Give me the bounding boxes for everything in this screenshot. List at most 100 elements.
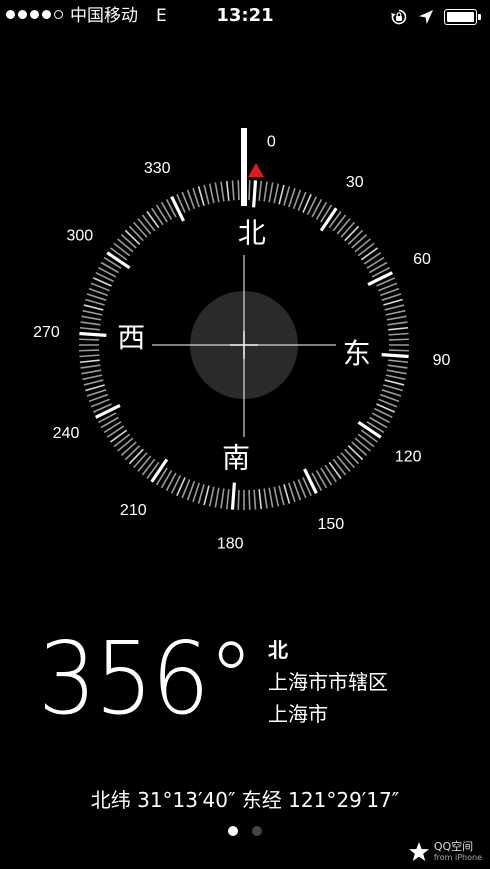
compass-tick	[128, 225, 144, 242]
compass-tick	[357, 242, 375, 257]
compass-tick	[351, 441, 368, 457]
watermark-subtitle: from iPhone	[433, 853, 482, 862]
compass-tick	[86, 293, 107, 301]
heading-direction: 北	[268, 638, 288, 662]
degree-label: 150	[317, 516, 344, 533]
compass-dial[interactable]: 0 30 60 90 120 150 180 210 240 270 300 330 北东南 西	[0, 0, 490, 600]
compass-tick	[225, 180, 230, 201]
compass-tick	[278, 184, 285, 205]
compass-tick	[170, 195, 185, 222]
compass-tick	[336, 455, 351, 472]
compass-tick	[384, 379, 405, 386]
compass-tick	[357, 433, 375, 448]
compass-tick	[351, 233, 368, 249]
page-dot[interactable]	[228, 826, 238, 836]
compass-tick	[258, 489, 263, 510]
compass-tick	[120, 233, 137, 249]
compass-tick	[192, 187, 200, 208]
degree-label: 210	[120, 502, 147, 519]
compass-tick	[248, 489, 251, 510]
compass-tick	[388, 359, 409, 364]
compass-tick	[385, 374, 406, 381]
compass-tick	[363, 252, 382, 265]
compass-tick	[388, 326, 409, 331]
degree-label: 0	[267, 133, 276, 150]
compass-tick	[384, 304, 405, 311]
compass-tick	[263, 488, 268, 509]
cardinal-label: 南	[222, 442, 250, 475]
watermark-title: QQ空间	[433, 840, 474, 853]
compass-tick	[360, 247, 378, 261]
compass-tick	[106, 425, 125, 438]
compass-tick	[132, 221, 148, 238]
compass-tick	[79, 359, 100, 364]
compass-tick	[230, 482, 236, 510]
compass-tick	[120, 441, 137, 457]
compass-tick	[124, 445, 141, 461]
compass-tick	[80, 321, 101, 326]
compass-tick	[383, 298, 403, 306]
compass-tick	[81, 315, 102, 321]
page-dot[interactable]	[252, 826, 262, 836]
degree-label: 240	[53, 425, 80, 442]
compass-tick	[332, 458, 347, 476]
compass-tick	[283, 186, 291, 206]
qq-zone-watermark: QQ空间 from iPhone	[408, 841, 482, 863]
heading-indicator	[241, 128, 247, 206]
compass-tick	[237, 180, 240, 201]
compass-tick	[82, 309, 103, 316]
compass-tick	[203, 184, 210, 205]
compass-tick	[151, 207, 164, 226]
compass-tick	[117, 238, 134, 253]
compass-tick	[220, 488, 225, 509]
compass-tick	[197, 186, 205, 206]
compass-tick	[381, 293, 402, 301]
compass-tick	[231, 180, 235, 201]
compass-tick	[208, 183, 215, 204]
compass-tick	[137, 455, 152, 472]
cardinal-label: 西	[117, 321, 145, 354]
compass-tick	[258, 180, 263, 201]
compass-tick	[340, 452, 356, 469]
compass-tick	[253, 489, 257, 510]
compass-tick	[344, 448, 360, 465]
compass-tick	[124, 229, 141, 245]
compass-tick	[388, 332, 409, 336]
compass-tick	[132, 452, 148, 469]
location-district: 上海市市辖区	[268, 670, 388, 694]
compass-tick	[197, 484, 205, 504]
compass-tick	[381, 389, 402, 397]
compass-tick	[146, 211, 160, 229]
compass-tick	[79, 354, 100, 358]
cardinal-label: 北	[238, 216, 266, 249]
compass-tick	[128, 448, 144, 465]
compass-tick	[273, 486, 280, 507]
north-marker-icon	[248, 163, 264, 177]
degree-label: 330	[144, 160, 171, 177]
compass-tick	[354, 238, 371, 253]
compass-tick	[388, 338, 409, 341]
compass-tick	[386, 369, 407, 375]
compass-tick	[388, 349, 409, 352]
compass-tick	[203, 485, 210, 506]
page-control[interactable]	[0, 826, 490, 836]
compass-tick	[208, 486, 215, 507]
compass-tick	[79, 349, 100, 352]
compass-tick	[385, 309, 406, 316]
compass-tick	[113, 242, 131, 257]
degree-label: 270	[33, 324, 60, 341]
compass-tick	[387, 321, 408, 326]
compass-tick	[303, 468, 318, 495]
gps-coordinates: 北纬 31°13′40″ 东经 121°29′17″	[90, 788, 400, 812]
compass-tick	[328, 461, 342, 479]
compass-tick	[340, 221, 356, 238]
compass-tick	[336, 218, 351, 235]
compass-tick	[117, 437, 134, 452]
compass-tick	[80, 364, 101, 369]
compass-tick	[332, 214, 347, 232]
compass-tick	[383, 384, 403, 392]
compass-tick	[354, 437, 371, 452]
compass-tick	[79, 331, 107, 337]
degree-label: 300	[66, 227, 93, 244]
compass-tick	[192, 482, 200, 503]
